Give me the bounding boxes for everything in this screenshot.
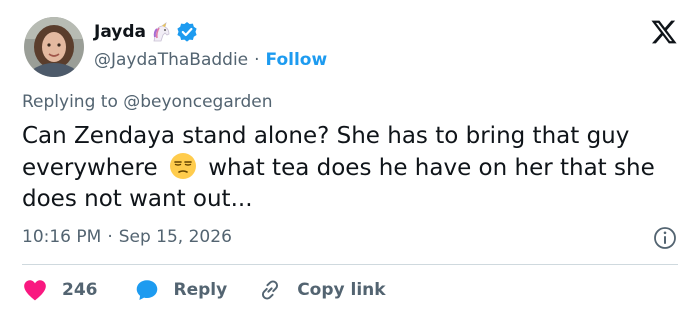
replying-mention-link[interactable]: @beyoncegarden <box>123 92 272 112</box>
action-bar: 246 Reply Copy link <box>22 275 386 305</box>
author-handle[interactable]: @JaydaThaBaddie <box>94 50 248 70</box>
separator-dot: · <box>254 50 260 70</box>
separator-dot: · <box>107 227 113 247</box>
replying-to: Replying to @beyoncegarden <box>22 92 272 112</box>
avatar[interactable] <box>24 17 84 77</box>
tweet-text: Can Zendaya stand alone? She has to brin… <box>22 121 682 215</box>
copy-link-label: Copy link <box>297 280 386 300</box>
author-name[interactable]: Jayda <box>94 22 146 42</box>
tweet-meta: 10:16 PM · Sep 15, 2026 <box>22 227 232 247</box>
like-button[interactable]: 246 <box>22 277 98 303</box>
author-handle-row: @JaydaThaBaddie · Follow <box>94 47 327 73</box>
replying-prefix: Replying to <box>22 92 124 112</box>
reply-label: Reply <box>173 280 228 300</box>
author-name-row: Jayda <box>94 19 198 45</box>
follow-button[interactable]: Follow <box>266 50 328 70</box>
unicorn-icon <box>150 21 172 43</box>
tweet-time[interactable]: 10:16 PM <box>22 227 101 247</box>
reply-bubble-icon <box>136 280 157 300</box>
tweet-date[interactable]: Sep 15, 2026 <box>119 227 232 247</box>
copy-link-button[interactable]: Copy link <box>257 277 386 303</box>
x-logo-icon[interactable] <box>650 18 678 46</box>
link-icon <box>262 280 279 300</box>
info-icon[interactable] <box>652 225 678 251</box>
verified-icon <box>176 21 198 43</box>
like-count: 246 <box>62 280 98 300</box>
divider <box>22 264 678 265</box>
reply-button[interactable]: Reply <box>134 277 228 303</box>
unamused-emoji-icon <box>169 152 197 180</box>
heart-icon <box>24 280 46 301</box>
